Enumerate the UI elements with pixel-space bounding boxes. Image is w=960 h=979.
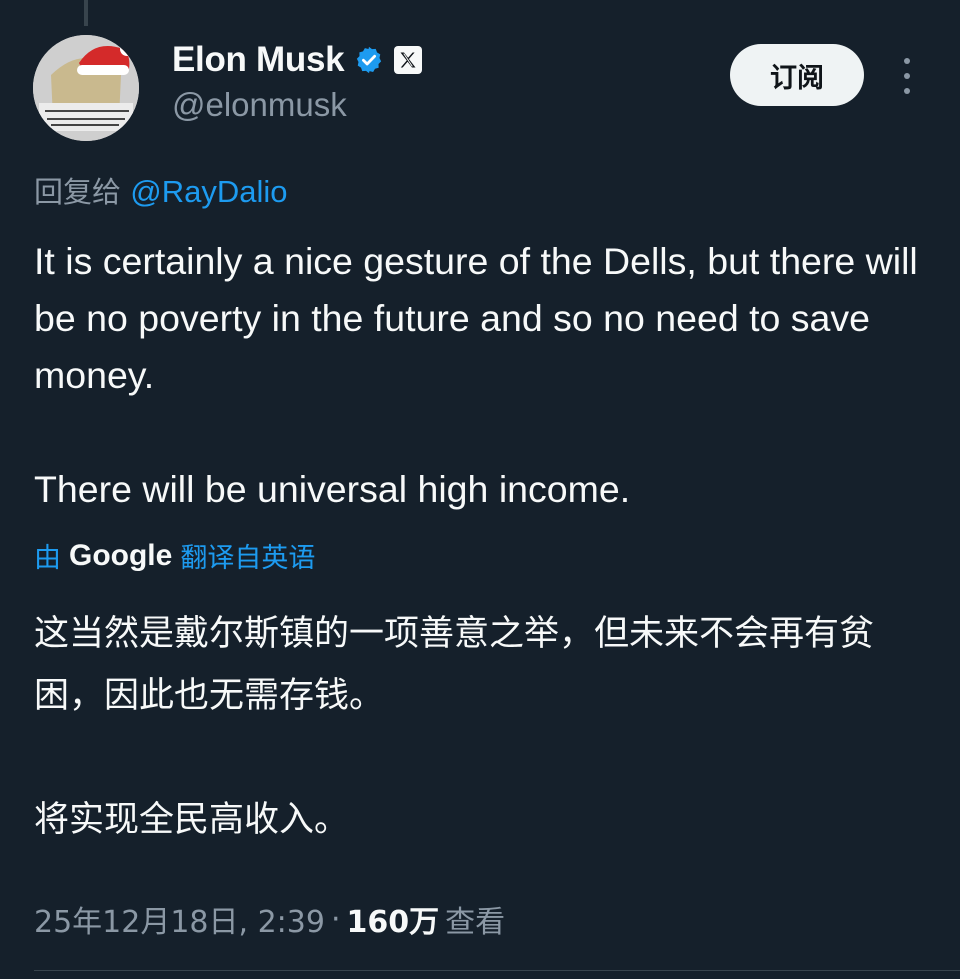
x-logo-icon[interactable] — [394, 46, 423, 74]
translated-text: 这当然是戴尔斯镇的一项善意之举，但未来不会再有贫困，因此也无需存钱。 将实现全民… — [34, 603, 934, 851]
santa-hat-avatar-icon — [33, 35, 139, 141]
tweet-paragraph: It is certainly a nice gesture of the De… — [34, 240, 918, 396]
timestamp-link[interactable]: 25年12月18日, 2:39 — [34, 897, 325, 941]
more-dot — [904, 73, 910, 79]
reply-mention-link[interactable]: @RayDalio — [130, 174, 287, 209]
author-name[interactable]: Elon Musk — [172, 40, 345, 80]
more-dot — [904, 88, 910, 94]
translation-by: 由 — [34, 543, 61, 574]
more-dot — [904, 58, 910, 64]
meta-separator: · — [330, 901, 341, 937]
tweet-text: It is certainly a nice gesture of the De… — [34, 233, 934, 518]
translated-paragraph: 这当然是戴尔斯镇的一项善意之举，但未来不会再有贫困，因此也无需存钱。 — [34, 614, 875, 716]
reply-prefix: 回复给 — [34, 175, 122, 209]
tweet-meta: 25年12月18日, 2:39 · 160万 查看 — [34, 897, 505, 941]
views-count: 160万 — [346, 905, 440, 940]
thread-connector-line — [84, 0, 88, 26]
avatar[interactable] — [33, 35, 139, 141]
tweet-paragraph: There will be universal high income. — [34, 468, 631, 510]
translation-attribution: 由 Google 翻译自英语 — [34, 536, 315, 575]
author-handle[interactable]: @elonmusk — [172, 86, 347, 124]
divider — [34, 970, 960, 971]
subscribe-button[interactable]: 订阅 — [730, 44, 864, 106]
google-logo: Google — [69, 538, 173, 572]
reply-context: 回复给 @RayDalio — [34, 169, 287, 211]
more-vertical-icon[interactable] — [897, 58, 917, 94]
translation-label-link[interactable]: 翻译自英语 — [180, 536, 315, 575]
author-header: Elon Musk — [172, 40, 423, 80]
translated-paragraph: 将实现全民高收入。 — [34, 800, 350, 840]
verified-badge-icon[interactable] — [354, 45, 384, 75]
views-label: 查看 — [445, 905, 506, 940]
